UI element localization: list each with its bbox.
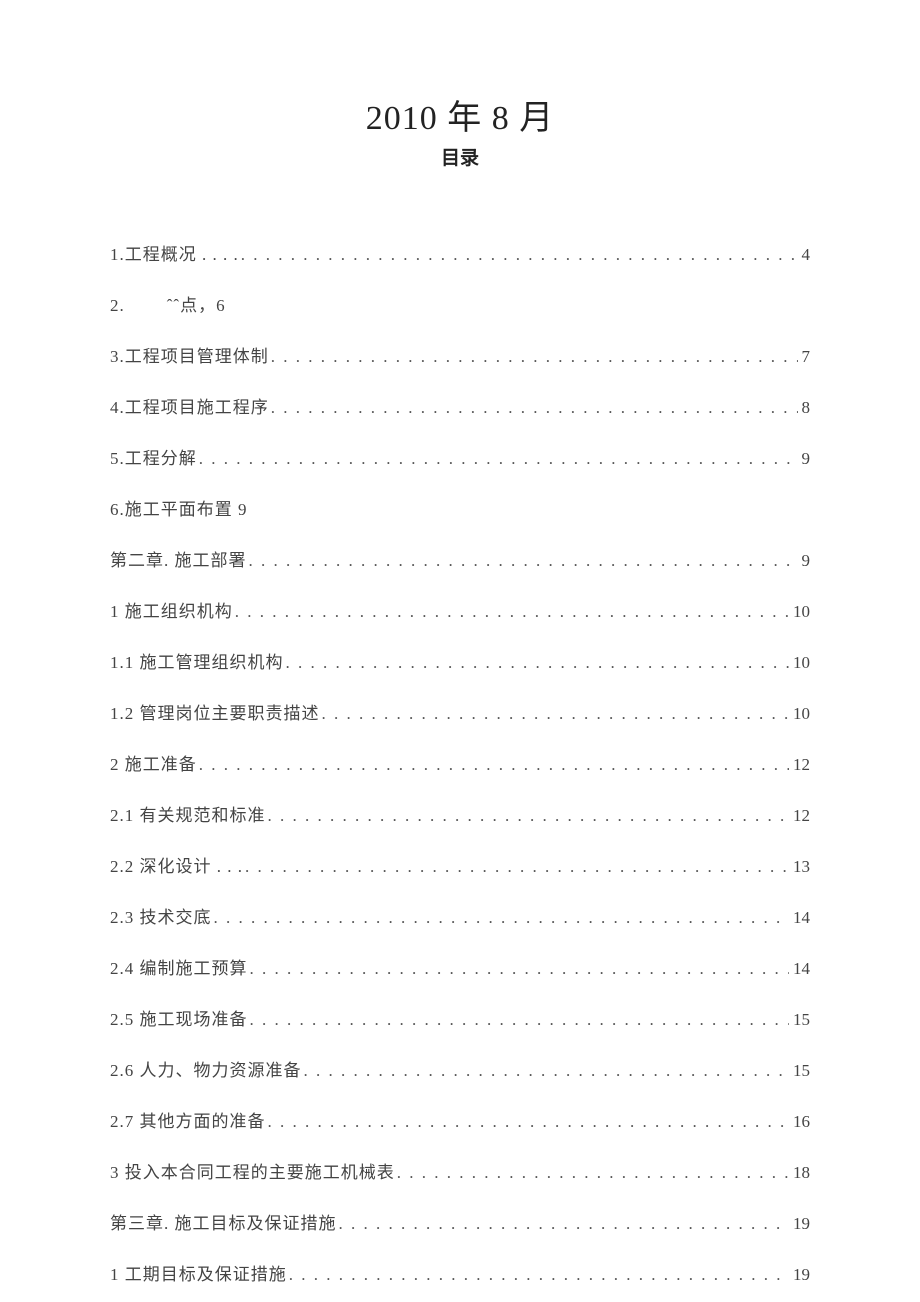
toc-page-number: 7 xyxy=(800,347,811,367)
toc-page-number: 15 xyxy=(791,1010,810,1030)
toc-dots xyxy=(286,653,790,673)
toc-row: 2.7 其他方面的准备 16 xyxy=(110,1107,810,1132)
toc-dots xyxy=(250,959,790,979)
toc-label: 1.工程概况 . . . . xyxy=(110,240,239,265)
toc-dots xyxy=(289,1265,789,1285)
toc-row: 2.6 人力、物力资源准备 15 xyxy=(110,1056,810,1081)
toc-row: 1.2 管理岗位主要职责描述 10 xyxy=(110,699,810,724)
toc-dots xyxy=(199,755,789,775)
toc-dots xyxy=(249,551,798,571)
toc-page-number: 10 xyxy=(791,602,810,622)
toc-label: 2.3 技术交底 xyxy=(110,903,212,928)
toc-label: 5.工程分解 xyxy=(110,444,197,469)
toc-row: 第二章. 施工部署 9 xyxy=(110,546,810,571)
toc-dots xyxy=(304,1061,790,1081)
toc-page-number: 19 xyxy=(791,1214,810,1234)
toc-page-number: 16 xyxy=(791,1112,810,1132)
toc-page-number: 10 xyxy=(791,653,810,673)
toc-row: 2.2 深化设计 . . . 13 xyxy=(110,852,810,877)
toc-dots xyxy=(268,1112,790,1132)
toc-dots xyxy=(322,704,790,724)
toc-dots xyxy=(214,908,790,928)
toc-dots xyxy=(271,347,798,367)
toc-dots xyxy=(199,449,798,469)
toc-label: 2.1 有关规范和标准 xyxy=(110,801,266,826)
toc-row: 2.3 技术交底 14 xyxy=(110,903,810,928)
toc-row: 1 工期目标及保证措施 19 xyxy=(110,1260,810,1285)
toc-label: 1.1 施工管理组织机构 xyxy=(110,648,284,673)
toc-dots xyxy=(268,806,790,826)
toc-page-number: 12 xyxy=(791,806,810,826)
toc-dots xyxy=(271,398,798,418)
toc-page-number: 15 xyxy=(791,1061,810,1081)
toc-dots xyxy=(339,1214,790,1234)
toc-label: 1 施工组织机构 xyxy=(110,597,233,622)
toc-label: 1 工期目标及保证措施 xyxy=(110,1260,287,1285)
toc-page-number: 10 xyxy=(791,704,810,724)
toc-page-number: 12 xyxy=(791,755,810,775)
toc-label: 2.5 施工现场准备 xyxy=(110,1005,248,1030)
toc-page-number: 19 xyxy=(791,1265,810,1285)
page-subtitle: 目录 xyxy=(110,143,810,170)
toc-label: 第二章. 施工部署 xyxy=(110,546,247,571)
toc-label: 3.工程项目管理体制 xyxy=(110,342,269,367)
toc-dots xyxy=(245,857,789,877)
toc-page-number: 9 xyxy=(800,551,811,571)
toc-row: 2.5 施工现场准备 15 xyxy=(110,1005,810,1030)
toc-label: 2.6 人力、物力资源准备 xyxy=(110,1056,302,1081)
toc-label: 2.7 其他方面的准备 xyxy=(110,1107,266,1132)
toc-row: 1.工程概况 . . . . 4 xyxy=(110,240,810,265)
toc-page-number: 13 xyxy=(791,857,810,877)
document-page: 2010 年 8 月 目录 1.工程概况 . . . . 4 2. ˆˆ点，6 3.工… xyxy=(0,0,920,1302)
toc-row: 2.4 编制施工预算 14 xyxy=(110,954,810,979)
toc-label: 2.2 深化设计 . . . xyxy=(110,852,243,877)
toc-label: 6.施工平面布置 9 xyxy=(110,495,248,520)
toc-page-number: 14 xyxy=(791,908,810,928)
toc-label: 第三章. 施工目标及保证措施 xyxy=(110,1209,337,1234)
toc-row: 6.施工平面布置 9 xyxy=(110,495,810,520)
toc-dots xyxy=(250,1010,790,1030)
toc-label: 1.2 管理岗位主要职责描述 xyxy=(110,699,320,724)
toc-row: 2 施工准备 12 xyxy=(110,750,810,775)
toc-row: 第三章. 施工目标及保证措施 19 xyxy=(110,1209,810,1234)
toc-dots xyxy=(397,1163,789,1183)
toc-row: 4.工程项目施工程序 8 xyxy=(110,393,810,418)
toc-dots xyxy=(235,602,789,622)
toc-label: 2. ˆˆ点，6 xyxy=(110,291,226,316)
toc-row: 3.工程项目管理体制 7 xyxy=(110,342,810,367)
toc-row: 2. ˆˆ点，6 xyxy=(110,291,810,316)
toc-dots xyxy=(241,245,798,265)
toc-page-number: 18 xyxy=(791,1163,810,1183)
toc-row: 1 施工组织机构 10 xyxy=(110,597,810,622)
table-of-contents: 1.工程概况 . . . . 4 2. ˆˆ点，6 3.工程项目管理体制 7 4.工程项目… xyxy=(110,240,810,1285)
toc-page-number: 8 xyxy=(800,398,811,418)
toc-row: 1.1 施工管理组织机构 10 xyxy=(110,648,810,673)
toc-page-number: 14 xyxy=(791,959,810,979)
toc-label: 2 施工准备 xyxy=(110,750,197,775)
toc-row: 2.1 有关规范和标准 12 xyxy=(110,801,810,826)
toc-row: 3 投入本合同工程的主要施工机械表 18 xyxy=(110,1158,810,1183)
toc-page-number: 4 xyxy=(800,245,811,265)
toc-label: 4.工程项目施工程序 xyxy=(110,393,269,418)
toc-page-number: 9 xyxy=(800,449,811,469)
toc-row: 5.工程分解 9 xyxy=(110,444,810,469)
page-title: 2010 年 8 月 xyxy=(110,90,810,139)
toc-label: 2.4 编制施工预算 xyxy=(110,954,248,979)
toc-label: 3 投入本合同工程的主要施工机械表 xyxy=(110,1158,395,1183)
